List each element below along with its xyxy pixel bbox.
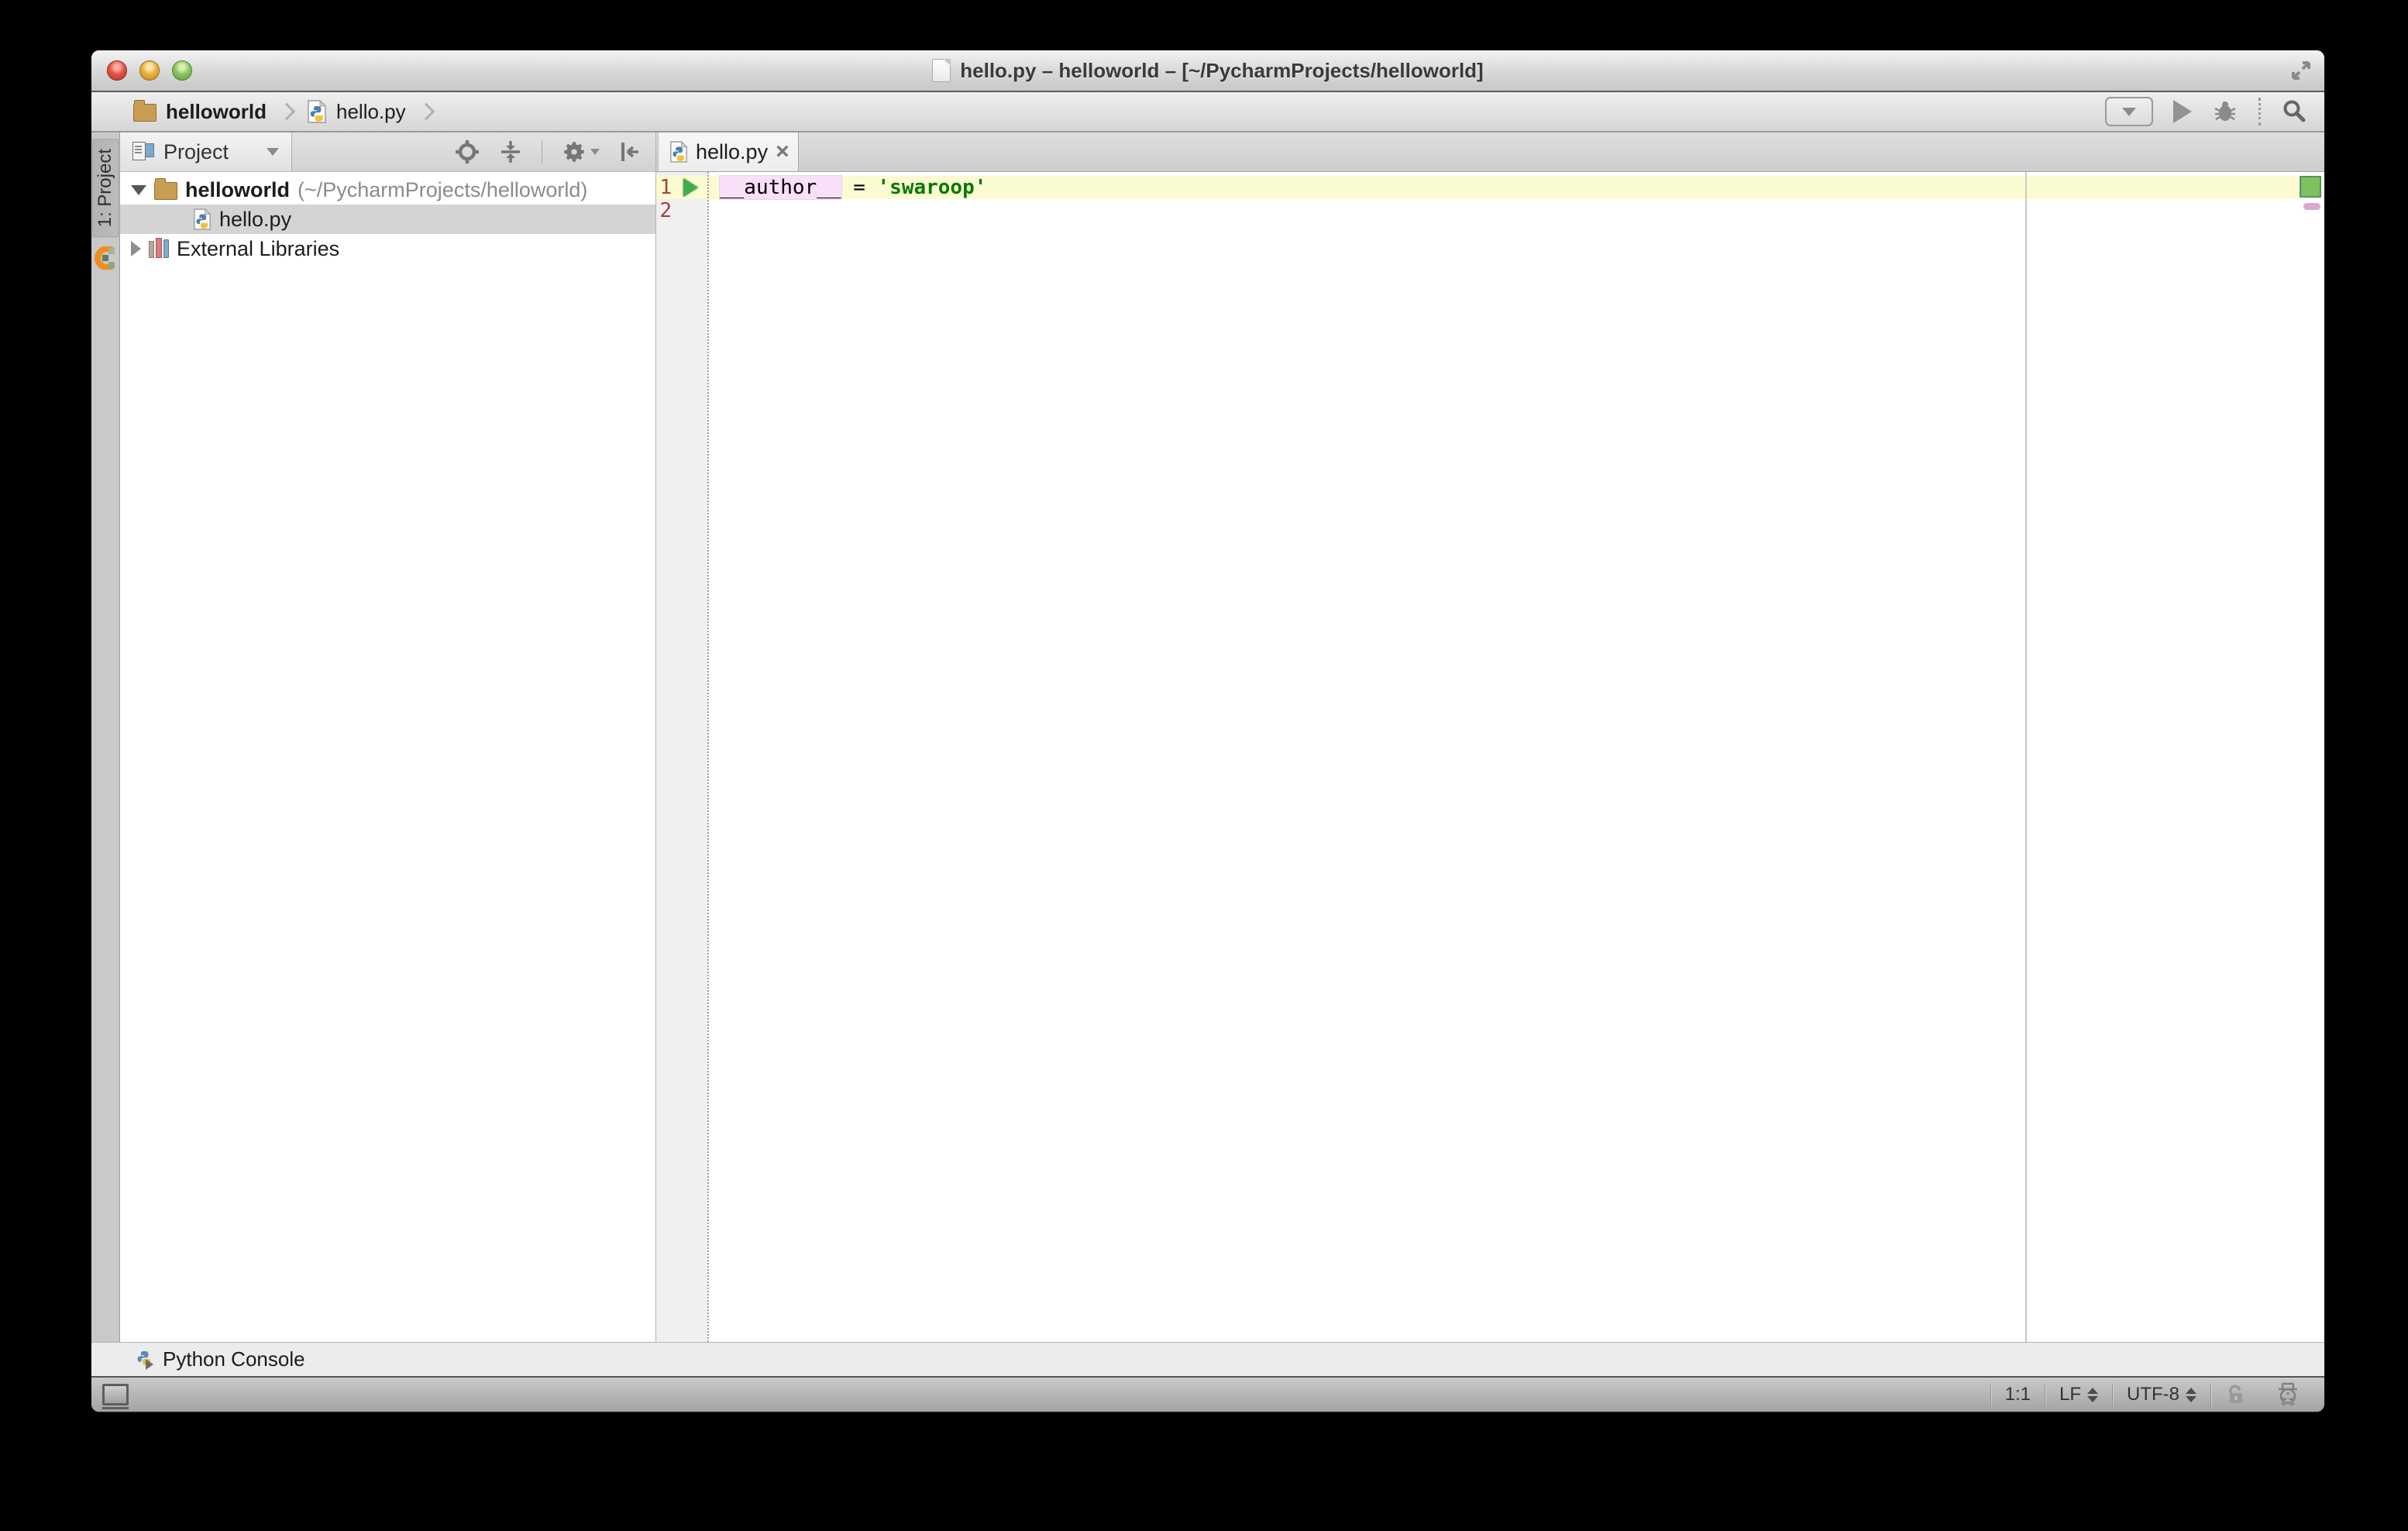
code-line-1: 1 __author__ = 'swaroop' xyxy=(656,176,2298,199)
code-editor[interactable]: 1 __author__ = 'swaroop' 2 xyxy=(656,172,2324,1342)
tab-close-button[interactable]: × xyxy=(776,140,789,163)
tool-window-toggle-button[interactable] xyxy=(102,1384,129,1405)
breadcrumb-item-helloworld[interactable]: helloworld xyxy=(133,100,267,124)
debug-button[interactable] xyxy=(2212,98,2238,125)
breadcrumb: helloworld hello.py xyxy=(133,100,435,124)
line-number: 2 xyxy=(656,199,672,222)
hector-inspections-button[interactable] xyxy=(2261,1378,2315,1412)
breadcrumb-item-hello-py[interactable]: hello.py xyxy=(307,100,406,124)
project-view-icon xyxy=(132,142,154,162)
caret-position-widget[interactable]: 1:1 xyxy=(1991,1378,2045,1412)
tree-row-hello-py[interactable]: hello.py xyxy=(120,205,655,234)
traffic-lights xyxy=(107,50,192,91)
tree-row-external-libraries[interactable]: External Libraries xyxy=(120,234,655,263)
code-line-2: 2 xyxy=(656,199,2298,222)
status-widgets: 1:1 LF UTF-8 xyxy=(1990,1378,2324,1412)
tool-window-strip: 1: Project xyxy=(91,132,120,1342)
inspection-status-indicator[interactable] xyxy=(2300,176,2321,198)
minimize-button[interactable] xyxy=(139,60,160,81)
editor-tab-bar: hello.py × xyxy=(656,132,2324,172)
code-lines: 1 __author__ = 'swaroop' 2 xyxy=(656,176,2298,222)
bottom-tool-window-bar: Python Console xyxy=(91,1342,2324,1376)
readonly-lock-button[interactable] xyxy=(2211,1378,2261,1412)
run-arrow-icon xyxy=(683,178,698,197)
identifier-token: __author__ xyxy=(720,176,841,199)
fullscreen-icon[interactable] xyxy=(2289,58,2313,83)
pycharm-window: hello.py – helloworld – [~/PycharmProjec… xyxy=(91,50,2324,1412)
project-tool-window: Project xyxy=(120,132,656,1342)
close-button[interactable] xyxy=(107,60,127,81)
title-bar[interactable]: hello.py – helloworld – [~/PycharmProjec… xyxy=(91,50,2324,92)
python-file-icon xyxy=(307,100,327,123)
run-line-marker[interactable] xyxy=(672,178,709,197)
string-token: 'swaroop' xyxy=(878,176,987,199)
tool-window-tab-project[interactable]: 1: Project xyxy=(92,139,119,237)
expand-arrow-icon[interactable] xyxy=(131,185,146,195)
project-panel-header: Project xyxy=(120,132,655,172)
panel-settings-button[interactable] xyxy=(561,139,600,165)
chevron-right-icon xyxy=(278,103,296,121)
editor-tab-hello-py[interactable]: hello.py × xyxy=(658,132,799,171)
code-text: __author__ = 'swaroop' xyxy=(709,176,986,199)
python-console-icon xyxy=(135,1350,153,1370)
project-view-selector[interactable]: Project xyxy=(120,132,292,171)
operator-token: = xyxy=(841,176,878,199)
project-tree: helloworld (~/PycharmProjects/helloworld… xyxy=(120,172,655,1342)
library-icon xyxy=(149,239,169,258)
zoom-button[interactable] xyxy=(172,60,192,81)
chevron-down-icon xyxy=(267,148,279,156)
gutter-separator xyxy=(707,172,709,1342)
encoding-widget[interactable]: UTF-8 xyxy=(2113,1378,2210,1412)
chevron-down-icon xyxy=(2122,108,2136,116)
stripe-mark[interactable] xyxy=(2303,203,2320,210)
chevron-down-icon xyxy=(590,149,600,155)
collapse-arrow-icon[interactable] xyxy=(131,241,141,256)
line-number: 1 xyxy=(656,176,672,199)
window-title-text: hello.py – helloworld – [~/PycharmProjec… xyxy=(960,59,1483,83)
editor-tab-label: hello.py xyxy=(696,140,768,164)
stepper-arrows-icon xyxy=(2186,1388,2196,1402)
navigation-bar: helloworld hello.py xyxy=(91,92,2324,132)
python-console-button[interactable]: Python Console xyxy=(135,1347,305,1371)
window-title: hello.py – helloworld – [~/PycharmProjec… xyxy=(932,59,1483,83)
python-file-icon xyxy=(669,141,688,163)
right-margin-guide xyxy=(2025,172,2027,1342)
main-area: 1: Project Project xyxy=(91,132,2324,1342)
run-button[interactable] xyxy=(2173,100,2192,123)
error-stripe-column[interactable] xyxy=(2298,172,2324,1342)
editor-gutter xyxy=(656,172,707,1342)
search-everywhere-button[interactable] xyxy=(2281,98,2307,125)
status-bar: 1:1 LF UTF-8 xyxy=(91,1376,2324,1412)
stepper-arrows-icon xyxy=(2087,1388,2098,1402)
desktop-background: hello.py – helloworld – [~/PycharmProjec… xyxy=(0,0,2408,1531)
line-separator-widget[interactable]: LF xyxy=(2045,1378,2112,1412)
collapse-all-button[interactable] xyxy=(498,139,523,164)
chevron-right-icon xyxy=(417,103,435,121)
editor-area: hello.py × 1 __author__ = 'swaroop' xyxy=(656,132,2324,1342)
pycharm-logo-icon xyxy=(95,246,116,270)
tree-row-helloworld[interactable]: helloworld (~/PycharmProjects/helloworld… xyxy=(120,175,655,205)
console-arrow-icon xyxy=(146,1359,153,1370)
run-configuration-select[interactable] xyxy=(2105,97,2153,126)
hide-panel-button[interactable] xyxy=(618,139,642,164)
toolbar-actions xyxy=(2105,97,2307,126)
divider xyxy=(2258,98,2261,126)
project-panel-actions xyxy=(455,139,655,165)
folder-icon xyxy=(154,182,177,200)
locate-target-button[interactable] xyxy=(455,139,480,164)
document-icon xyxy=(932,59,951,82)
python-file-icon xyxy=(193,208,212,230)
folder-icon xyxy=(133,104,157,122)
